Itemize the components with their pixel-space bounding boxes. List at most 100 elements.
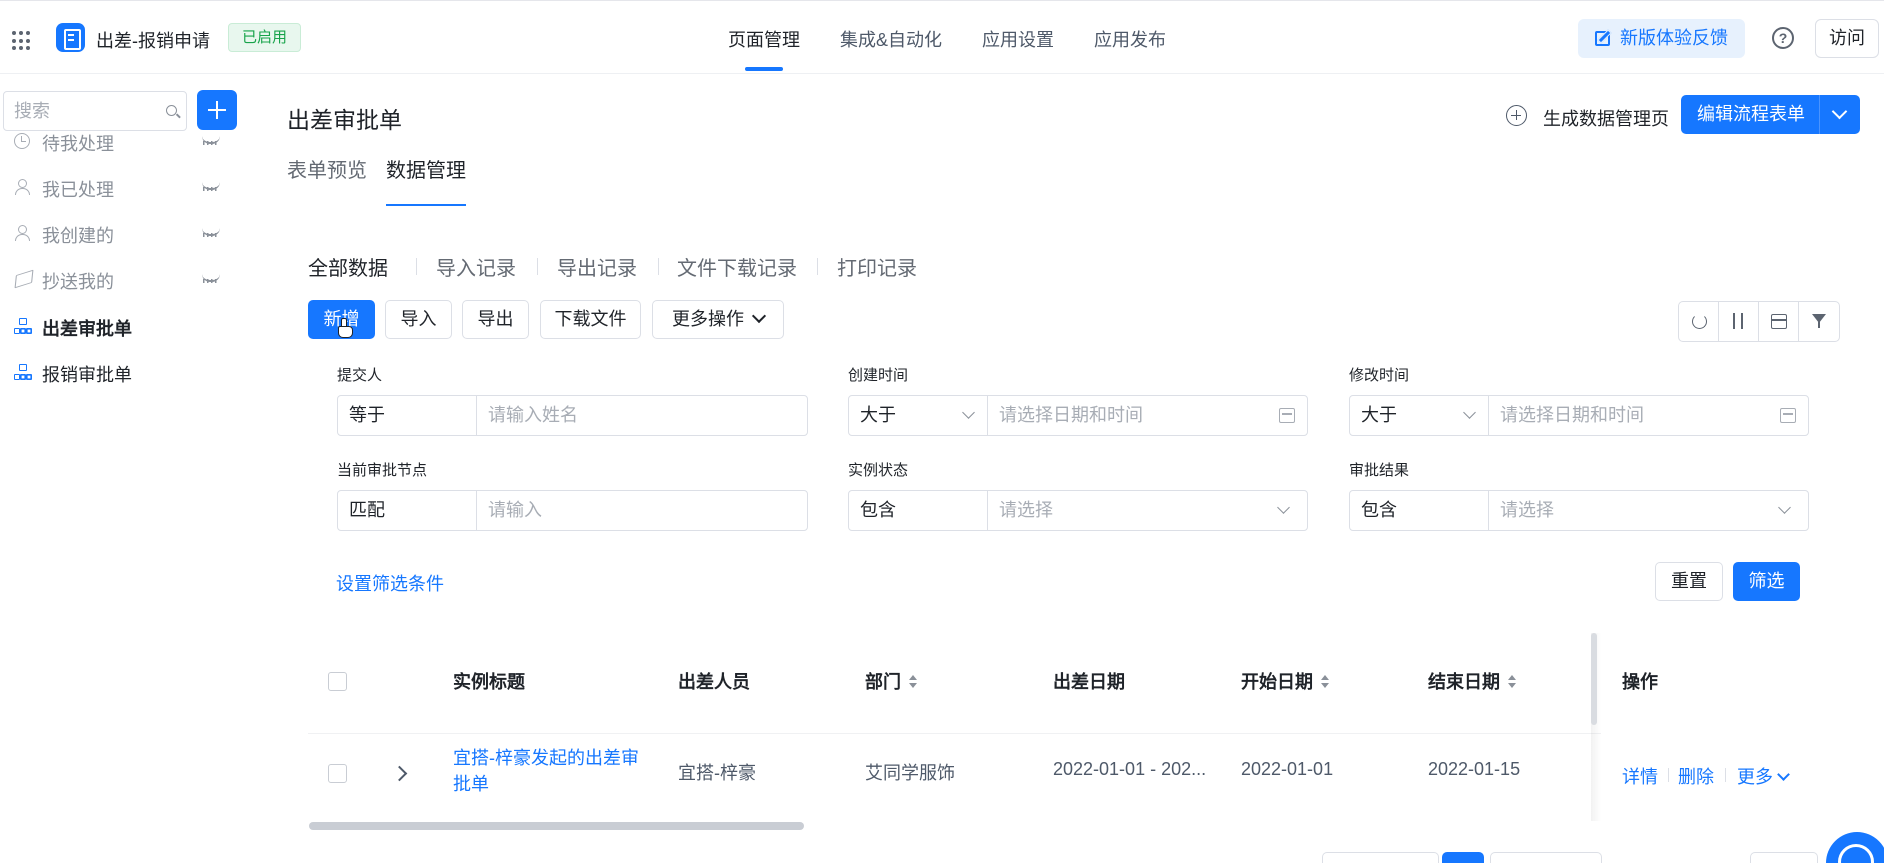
set-filter-conditions-link[interactable]: 设置筛选条件 bbox=[336, 570, 444, 596]
status-badge: 已启用 bbox=[228, 23, 302, 52]
column-header-label: 部门 bbox=[865, 672, 901, 692]
hidden-eye-icon[interactable] bbox=[202, 136, 220, 145]
column-header-end-date[interactable]: 结束日期 bbox=[1428, 668, 1516, 694]
sidebar-item-label: 待我处理 bbox=[42, 134, 114, 154]
app-logo-icon bbox=[56, 23, 85, 52]
more-actions-button[interactable]: 更多操作 bbox=[652, 300, 784, 339]
sort-icon[interactable] bbox=[909, 675, 917, 689]
page-jump-input[interactable] bbox=[1490, 852, 1602, 863]
generate-data-page-label: 生成数据管理页 bbox=[1543, 109, 1669, 129]
tab-download-records[interactable]: 文件下载记录 bbox=[677, 252, 797, 281]
download-files-button[interactable]: 下载文件 bbox=[540, 300, 641, 339]
hidden-eye-icon[interactable] bbox=[202, 228, 220, 237]
more-link-label: 更多 bbox=[1737, 767, 1773, 787]
operator-select[interactable]: 匹配 bbox=[338, 491, 477, 530]
reset-button[interactable]: 重置 bbox=[1655, 562, 1723, 601]
sidebar-item-cc[interactable]: 抄送我的 bbox=[0, 257, 247, 301]
tab-form-preview[interactable]: 表单预览 bbox=[287, 154, 367, 206]
apply-filter-button[interactable]: 筛选 bbox=[1733, 562, 1800, 601]
filter-icon[interactable] bbox=[1799, 302, 1839, 341]
instance-title-link[interactable]: 宜搭-梓豪发起的出差审批单 bbox=[453, 745, 643, 797]
visit-button[interactable]: 访问 bbox=[1815, 19, 1879, 58]
more-link[interactable]: 更多 bbox=[1737, 763, 1790, 789]
sidebar-item-created[interactable]: 我创建的 bbox=[0, 211, 247, 255]
column-header-department[interactable]: 部门 bbox=[865, 668, 917, 694]
delete-link[interactable]: 删除 bbox=[1678, 763, 1714, 789]
column-header-label: 开始日期 bbox=[1241, 672, 1313, 692]
column-settings-icon[interactable] bbox=[1759, 302, 1799, 341]
sidebar-item-travel-approval[interactable]: 出差审批单 bbox=[0, 304, 247, 348]
nav-app-settings[interactable]: 应用设置 bbox=[982, 1, 1054, 75]
sort-icon[interactable] bbox=[1321, 675, 1329, 689]
sidebar-item-processed[interactable]: 我已处理 bbox=[0, 165, 247, 209]
nav-app-publish[interactable]: 应用发布 bbox=[1094, 1, 1166, 75]
sort-icon[interactable] bbox=[1719, 302, 1759, 341]
vertical-scrollbar[interactable] bbox=[1591, 633, 1597, 725]
clock-icon bbox=[14, 133, 30, 149]
chevron-down-icon[interactable] bbox=[1778, 501, 1791, 514]
operator-select[interactable]: 大于 bbox=[849, 396, 988, 435]
approval-result-select[interactable] bbox=[1490, 491, 1760, 530]
tab-import-records[interactable]: 导入记录 bbox=[436, 252, 516, 281]
tab-all-data[interactable]: 全部数据 bbox=[308, 252, 388, 281]
tab-divider bbox=[537, 258, 538, 275]
import-button[interactable]: 导入 bbox=[385, 300, 452, 339]
column-header-start-date[interactable]: 开始日期 bbox=[1241, 668, 1329, 694]
nav-page-management[interactable]: 页面管理 bbox=[728, 1, 800, 75]
search-icon[interactable] bbox=[166, 105, 177, 116]
calendar-icon[interactable] bbox=[1279, 408, 1295, 423]
chevron-down-icon bbox=[751, 308, 767, 324]
operator-select[interactable]: 包含 bbox=[849, 491, 988, 530]
sidebar-item-label: 出差审批单 bbox=[42, 319, 132, 339]
tab-data-management[interactable]: 数据管理 bbox=[386, 154, 466, 206]
chevron-down-icon[interactable] bbox=[1831, 103, 1848, 120]
filter-approval-result: 包含 bbox=[1349, 490, 1809, 531]
chevron-right-icon[interactable] bbox=[391, 765, 408, 782]
chat-assistant-icon[interactable] bbox=[1826, 832, 1884, 863]
app-grid-icon[interactable] bbox=[12, 31, 32, 51]
tab-divider bbox=[817, 258, 818, 275]
filter-label-modified-time: 修改时间 bbox=[1349, 367, 1410, 384]
edit-flow-form-button[interactable]: 编辑流程表单 bbox=[1681, 95, 1860, 134]
filter-submitter: 等于 bbox=[337, 395, 808, 436]
column-header-operations: 操作 bbox=[1622, 672, 1658, 692]
operator-value: 大于 bbox=[860, 405, 896, 425]
modified-time-input[interactable] bbox=[1490, 396, 1760, 435]
horizontal-scrollbar[interactable] bbox=[309, 822, 804, 830]
row-checkbox[interactable] bbox=[328, 764, 347, 783]
refresh-icon[interactable] bbox=[1679, 302, 1719, 341]
select-all-checkbox[interactable] bbox=[328, 672, 347, 691]
current-page-button[interactable] bbox=[1442, 852, 1484, 863]
instance-status-select[interactable] bbox=[989, 491, 1259, 530]
nav-integration-automation[interactable]: 集成&自动化 bbox=[840, 1, 942, 75]
calendar-icon[interactable] bbox=[1780, 408, 1796, 423]
operator-select[interactable]: 包含 bbox=[1350, 491, 1489, 530]
more-actions-label: 更多操作 bbox=[672, 309, 744, 329]
tab-export-records[interactable]: 导出记录 bbox=[557, 252, 637, 281]
sidebar-item-reimbursement-approval[interactable]: 报销审批单 bbox=[0, 350, 247, 394]
submitter-input[interactable] bbox=[478, 396, 798, 435]
filter-approval-node: 匹配 bbox=[337, 490, 808, 531]
operator-select[interactable]: 等于 bbox=[338, 396, 477, 435]
hidden-eye-icon[interactable] bbox=[202, 182, 220, 191]
sidebar-item-pending[interactable]: 待我处理 bbox=[0, 119, 247, 163]
sort-icon[interactable] bbox=[1508, 675, 1516, 689]
export-button[interactable]: 导出 bbox=[462, 300, 529, 339]
tab-divider bbox=[658, 258, 659, 275]
top-bar: 出差-报销申请 已启用 页面管理 集成&自动化 应用设置 应用发布 新版体验反馈… bbox=[0, 0, 1884, 74]
column-header-title: 实例标题 bbox=[453, 672, 525, 692]
filter-label-instance-status: 实例状态 bbox=[848, 462, 909, 479]
detail-link[interactable]: 详情 bbox=[1622, 763, 1658, 789]
hidden-eye-icon[interactable] bbox=[202, 274, 220, 283]
approval-node-input[interactable] bbox=[478, 491, 798, 530]
chevron-down-icon[interactable] bbox=[1277, 501, 1290, 514]
next-page-button[interactable] bbox=[1750, 852, 1818, 863]
operator-select[interactable]: 大于 bbox=[1350, 396, 1489, 435]
sidebar-item-label: 我已处理 bbox=[42, 180, 114, 200]
feedback-button[interactable]: 新版体验反馈 bbox=[1578, 19, 1745, 58]
created-time-input[interactable] bbox=[989, 396, 1259, 435]
tab-print-records[interactable]: 打印记录 bbox=[837, 252, 917, 281]
operator-value: 匹配 bbox=[349, 500, 385, 520]
page-size-select[interactable] bbox=[1322, 852, 1439, 863]
help-icon[interactable]: ? bbox=[1772, 27, 1794, 49]
